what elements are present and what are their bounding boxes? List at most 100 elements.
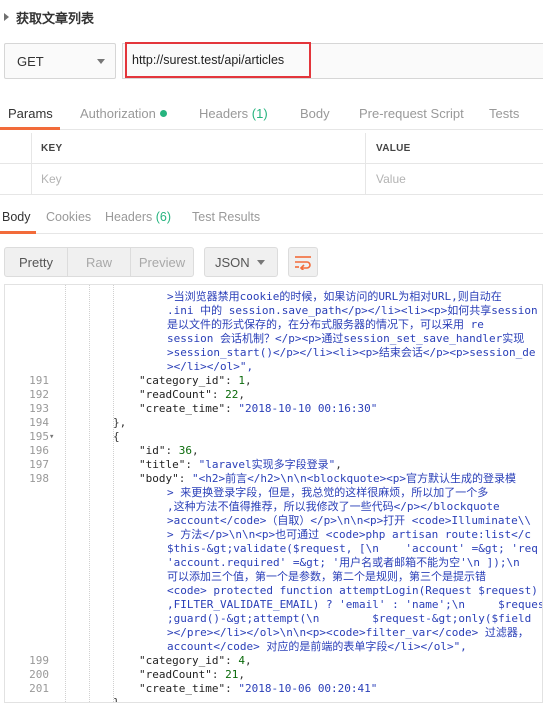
- format-value: JSON: [215, 254, 250, 270]
- view-mode-toggle: Pretty Raw Preview: [4, 247, 194, 277]
- method-value: GET: [17, 53, 44, 69]
- code-line: 201 "create_time": "2018-10-06 00:20:41": [5, 682, 542, 696]
- line-number: 191: [29, 374, 49, 387]
- json-property: "id": 36,: [139, 444, 199, 457]
- format-select[interactable]: JSON: [204, 247, 278, 277]
- code-text: .ini 中的 session.save_path</p></li><li><p…: [167, 304, 538, 317]
- json-key: "id": [139, 444, 166, 457]
- json-key: "title": [139, 458, 186, 471]
- code-text: > 方法</p>\n\n<p>也可通过 <code>php artisan ro…: [167, 528, 532, 541]
- tab-tests[interactable]: Tests: [489, 106, 519, 121]
- json-property: "create_time": "2018-10-06 00:20:41": [139, 682, 378, 695]
- json-key: "readCount": [139, 668, 212, 681]
- line-number: 197: [29, 458, 49, 471]
- request-title: 获取文章列表: [16, 10, 95, 26]
- json-property: "category_id": 4,: [139, 654, 252, 667]
- code-line: > 来更换登录字段，但是，我总觉的这样很麻烦，所以加了一个多: [5, 486, 542, 500]
- url-highlight[interactable]: http://surest.test/api/articles: [125, 42, 311, 78]
- value-input[interactable]: Value: [366, 164, 543, 194]
- code-line: 194},: [5, 416, 542, 430]
- json-value: "2018-10-06 00:20:41": [238, 682, 378, 695]
- code-line: ></li></ol>",: [5, 360, 542, 374]
- line-number: 198: [29, 472, 49, 485]
- code-line: 'account.required' =&gt; '用户名或者邮箱不能为空'\n…: [5, 556, 542, 570]
- collapse-caret-icon[interactable]: [4, 13, 9, 21]
- code-line: 191 "category_id": 1,: [5, 374, 542, 388]
- tab-pre-request-script[interactable]: Pre-request Script: [359, 106, 464, 121]
- tab-test-results[interactable]: Test Results: [192, 210, 260, 224]
- code-line: 193 "create_time": "2018-10-10 00:16:30": [5, 402, 542, 416]
- code-line: ></pre></li></ol>\n\n<p><code>filter_var…: [5, 626, 542, 640]
- tab-headers[interactable]: Headers (1): [199, 106, 268, 121]
- json-key: "category_id": [139, 374, 226, 387]
- json-property: "title": "laravel实现多字段登录",: [139, 458, 342, 471]
- code-text: },: [113, 696, 127, 703]
- params-input-row: Key Value: [0, 164, 543, 195]
- url-row: GET http://surest.test/api/articles: [0, 40, 543, 82]
- code-text: },: [113, 416, 127, 429]
- code-line: ;guard()-&gt;attempt(\n $request-&gt;onl…: [5, 612, 542, 626]
- line-number: 193: [29, 402, 49, 415]
- json-key: "create_time": [139, 682, 226, 695]
- params-table: KEY VALUE Key Value: [0, 133, 543, 197]
- line-number: 201: [29, 682, 49, 695]
- line-number: 194: [29, 416, 49, 429]
- code-text: 'account.required' =&gt; '用户名或者邮箱不能为空'\n…: [167, 556, 520, 569]
- code-line: 192 "readCount": 22,: [5, 388, 542, 402]
- fold-arrow-icon[interactable]: ▾: [49, 430, 59, 444]
- json-value: 21: [225, 668, 239, 681]
- tab-body[interactable]: Body: [300, 106, 330, 121]
- code-line: session 会话机制？</p><p>通过session_set_save_h…: [5, 332, 542, 346]
- response-body-editor[interactable]: >当浏览器禁用cookie的时候，如果访问的URL为相对URL,则自动在 .ini…: [4, 284, 543, 703]
- code-text: ></li></ol>",: [167, 360, 254, 373]
- json-property: "category_id": 1,: [139, 374, 252, 387]
- code-text: 可以添加三个值，第一个是参数，第二个是规则，第三个是提示错: [167, 570, 486, 583]
- code-line: },: [5, 696, 542, 703]
- json-property: "readCount": 22,: [139, 388, 245, 401]
- key-input[interactable]: Key: [32, 164, 366, 194]
- code-line: >session_start()</p></li><li><p>结束会话</p>…: [5, 346, 542, 360]
- code-line: 195 ▾ {: [5, 430, 542, 444]
- wrap-lines-icon: [295, 256, 311, 270]
- json-value: 4: [238, 654, 245, 667]
- code-text: ></pre></li></ol>\n\n<p><code>filter_var…: [167, 626, 529, 639]
- line-number: 199: [29, 654, 49, 667]
- code-text: session 会话机制？</p><p>通过session_set_save_h…: [167, 332, 525, 345]
- response-tabs: Body Cookies Headers (6) Test Results: [0, 206, 543, 234]
- key-column-header: KEY: [41, 142, 63, 154]
- code-line: 196 "id": 36,: [5, 444, 542, 458]
- code-text: {: [113, 430, 120, 443]
- json-property: "body": "<h2>前言</h2>\n\n<blockquote><p>官…: [139, 472, 517, 485]
- tab-authorization[interactable]: Authorization: [80, 106, 167, 121]
- response-toolbar: Pretty Raw Preview JSON: [0, 244, 543, 280]
- raw-button[interactable]: Raw: [68, 248, 131, 276]
- code-line: ,FILTER_VALIDATE_EMAIL) ? 'email' : 'nam…: [5, 598, 542, 612]
- json-value: "laravel实现多字段登录": [198, 458, 336, 471]
- code-line: > 方法</p>\n\n<p>也可通过 <code>php artisan ro…: [5, 528, 542, 542]
- tab-response-headers[interactable]: Headers (6): [105, 210, 171, 224]
- status-dot-icon: [159, 110, 167, 117]
- code-line: 197 "title": "laravel实现多字段登录",: [5, 458, 542, 472]
- line-number: 200: [29, 668, 49, 681]
- code-text: <code> protected function attemptLogin(R…: [167, 584, 538, 597]
- code-line: 198 "body": "<h2>前言</h2>\n\n<blockquote><…: [5, 472, 542, 486]
- request-title-bar[interactable]: 获取文章列表: [0, 0, 543, 34]
- pretty-button[interactable]: Pretty: [5, 248, 68, 276]
- json-value: 1: [238, 374, 245, 387]
- wrap-lines-button[interactable]: [288, 247, 318, 277]
- code-text: >session_start()</p></li><li><p>结束会话</p>…: [167, 346, 536, 359]
- tab-params[interactable]: Params: [8, 106, 53, 121]
- tab-response-body[interactable]: Body: [2, 210, 31, 224]
- json-value: "<h2>前言</h2>\n\n<blockquote><p>官方默认生成的登录…: [192, 472, 517, 485]
- preview-button[interactable]: Preview: [131, 248, 193, 276]
- code-line: account</code> 对应的是前端的表单字段</li></ol>",: [5, 640, 542, 654]
- url-value: http://surest.test/api/articles: [132, 53, 285, 67]
- code-line: .ini 中的 session.save_path</p></li><li><p…: [5, 304, 542, 318]
- request-tabs: Params Authorization Headers (1) Body Pr…: [0, 100, 543, 130]
- tab-cookies[interactable]: Cookies: [46, 210, 91, 224]
- json-value: 36: [178, 444, 192, 457]
- method-select[interactable]: GET: [4, 43, 116, 79]
- tab-response-body-underline: [0, 231, 36, 234]
- json-value: 22: [225, 388, 239, 401]
- json-property: "create_time": "2018-10-10 00:16:30": [139, 402, 378, 415]
